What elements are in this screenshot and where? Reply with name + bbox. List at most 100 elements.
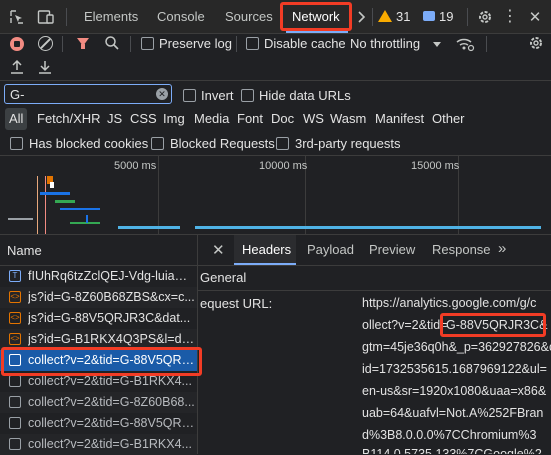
request-row[interactable]: T fIUhRq6tzZclQEJ-Vdg-luiaDs... [0, 266, 197, 287]
filter-type-font[interactable]: Font [237, 108, 263, 130]
device-toolbar-icon[interactable] [36, 8, 56, 26]
filter-type-fetch-xhr[interactable]: Fetch/XHR [37, 108, 101, 130]
invert-label: Invert [201, 88, 234, 103]
tab-sources[interactable]: Sources [225, 0, 273, 33]
script-file-icon: <> [9, 312, 21, 324]
script-file-icon: <> [9, 333, 21, 345]
filter-type-img[interactable]: Img [163, 108, 185, 130]
has-blocked-cookies-label: Has blocked cookies [29, 136, 149, 151]
import-har-icon[interactable] [10, 59, 24, 75]
timeline-bar [8, 218, 33, 220]
timeline-bar [70, 222, 100, 224]
settings-gear-icon[interactable] [475, 7, 495, 27]
name-column-header: Name [7, 243, 42, 258]
record-stop-icon[interactable] [10, 37, 24, 51]
tab-console[interactable]: Console [157, 0, 205, 33]
request-list: Name T fIUhRq6tzZclQEJ-Vdg-luiaDs... <> … [0, 235, 202, 455]
request-url-line: gtm=45je36q0h&_p=362927826&c [362, 340, 551, 354]
filter-type-js[interactable]: JS [107, 108, 122, 130]
warning-icon [378, 10, 392, 22]
more-detail-tabs-icon[interactable]: » [498, 240, 506, 257]
tab-response[interactable]: Response [432, 242, 491, 257]
filter-input-value: G- [10, 87, 25, 102]
request-url-line: ollect?v=2&tid= [362, 318, 448, 332]
messages-badge[interactable]: 19 [423, 6, 453, 26]
more-tabs-icon[interactable] [355, 8, 369, 26]
request-list-header[interactable]: Name [0, 235, 197, 266]
disable-cache-label: Disable cache [264, 36, 346, 51]
timeline-bar [50, 182, 54, 188]
filter-type-ws[interactable]: WS [303, 108, 324, 130]
general-section-header[interactable]: General [198, 266, 551, 291]
timeline-tick-label: 5000 ms [114, 160, 157, 172]
request-name: collect?v=2&tid=G-88V5QRJ... [28, 416, 196, 430]
filter-input[interactable]: G- ✕ [4, 84, 172, 104]
warnings-badge[interactable]: 31 [378, 6, 410, 26]
third-party-checkbox[interactable] [276, 137, 289, 150]
filter-type-manifest[interactable]: Manifest [375, 108, 424, 130]
request-row[interactable]: collect?v=2&tid=G-8Z60B68... [0, 392, 197, 413]
inspect-element-icon[interactable] [8, 8, 26, 26]
tab-preview[interactable]: Preview [369, 242, 415, 257]
filter-row: G- ✕ Invert Hide data URLs [0, 81, 551, 107]
document-file-icon [9, 417, 21, 429]
preserve-log-checkbox[interactable] [141, 37, 154, 50]
resource-type-filters: All Fetch/XHR JS CSS Img Media Font Doc … [0, 108, 551, 130]
network-settings-gear-icon[interactable] [528, 35, 546, 53]
request-name: collect?v=2&tid=G-8Z60B68... [28, 395, 195, 409]
request-url-line: B114.0.5735.133%7CGoogle%2 [362, 447, 542, 454]
timeline-load-line [45, 176, 46, 234]
clear-icon[interactable] [38, 36, 53, 51]
dropdown-arrow-icon[interactable] [433, 42, 441, 47]
request-name: js?id=G-88V5QRJR3C&dat... [28, 311, 191, 325]
timeline-bar [55, 200, 75, 203]
request-url-line: https://analytics.google.com/g/c [362, 296, 537, 310]
request-url-line: en-us&sr=1920x1080&uaa=x86& [362, 384, 547, 398]
detail-tab-bar: ✕ Headers Payload Preview Response » [198, 235, 551, 266]
filter-type-media[interactable]: Media [194, 108, 229, 130]
request-url-label: equest URL: [200, 296, 273, 311]
close-detail-icon[interactable]: ✕ [212, 241, 225, 259]
tab-headers[interactable]: Headers [234, 235, 296, 265]
filter-type-all[interactable]: All [5, 108, 28, 130]
timeline-overview[interactable]: 5000 ms 10000 ms 15000 ms [0, 156, 551, 235]
close-devtools-icon[interactable]: ✕ [526, 7, 544, 27]
search-icon[interactable] [104, 35, 120, 51]
script-file-icon: <> [9, 291, 21, 303]
export-har-icon[interactable] [38, 59, 52, 75]
document-file-icon [9, 438, 21, 450]
more-options-icon[interactable]: ⋮ [502, 7, 518, 27]
network-toolbar: Preserve log Disable cache No throttling [0, 33, 551, 55]
preserve-log-label: Preserve log [159, 36, 232, 51]
blocked-requests-checkbox[interactable] [151, 137, 164, 150]
has-blocked-cookies-checkbox[interactable] [10, 137, 23, 150]
timeline-tick-label: 15000 ms [411, 160, 460, 172]
import-export-row [0, 55, 551, 81]
filter-type-css[interactable]: CSS [130, 108, 157, 130]
filter-type-doc[interactable]: Doc [271, 108, 294, 130]
timeline-bar [60, 208, 100, 210]
throttling-select[interactable]: No throttling [350, 36, 420, 51]
request-url-line: id=1732535615.1687969122&ul= [362, 362, 547, 376]
filter-type-wasm[interactable]: Wasm [330, 108, 366, 130]
invert-checkbox[interactable] [183, 89, 196, 102]
blocked-filters-row: Has blocked cookies Blocked Requests 3rd… [0, 131, 551, 156]
request-name: collect?v=2&tid=G-B1RKX4... [28, 437, 192, 451]
message-icon [423, 11, 435, 21]
devtools-tab-bar: Elements Console Sources Network 31 19 ⋮… [0, 0, 551, 34]
request-url-line: uab=64&uafvl=Not.A%252FBran [362, 406, 544, 420]
timeline-dom-line [37, 176, 38, 234]
disable-cache-checkbox[interactable] [246, 37, 259, 50]
hide-data-urls-checkbox[interactable] [241, 89, 254, 102]
tab-payload[interactable]: Payload [307, 242, 354, 257]
filter-type-other[interactable]: Other [432, 108, 465, 130]
request-row[interactable]: collect?v=2&tid=G-B1RKX4... [0, 434, 197, 455]
tab-elements[interactable]: Elements [84, 0, 138, 33]
clear-filter-icon[interactable]: ✕ [156, 88, 168, 100]
request-row[interactable]: collect?v=2&tid=G-88V5QRJ... [0, 413, 197, 434]
request-row[interactable]: <> js?id=G-88V5QRJR3C&dat... [0, 308, 197, 329]
request-url-line: d%3B8.0.0.0%7CChromium%3 [362, 428, 537, 442]
network-conditions-icon[interactable] [455, 35, 475, 53]
general-section-label: General [200, 270, 247, 285]
request-row[interactable]: <> js?id=G-8Z60B68ZBS&cx=c... [0, 287, 197, 308]
